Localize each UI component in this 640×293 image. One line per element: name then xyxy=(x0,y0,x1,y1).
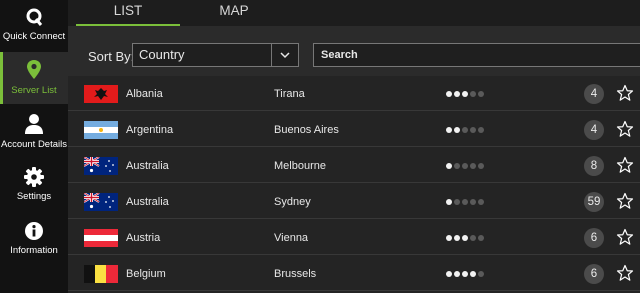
signal-dot xyxy=(454,235,460,241)
country-name: Australia xyxy=(126,196,169,208)
country-name: Belgium xyxy=(126,268,166,280)
signal-dot xyxy=(454,163,460,169)
server-count-badge: 8 xyxy=(584,156,604,176)
signal-dot xyxy=(462,163,468,169)
signal-strength xyxy=(446,271,484,277)
signal-dot xyxy=(454,91,460,97)
gear-icon xyxy=(24,167,44,187)
server-count-badge: 4 xyxy=(584,84,604,104)
star-icon[interactable] xyxy=(616,264,634,287)
sidebar-item-settings[interactable]: Settings xyxy=(0,160,68,212)
signal-dot xyxy=(462,91,468,97)
sidebar-item-label: Server List xyxy=(11,85,57,96)
city-name: Tirana xyxy=(274,88,305,100)
signal-dot xyxy=(478,199,484,205)
star-icon[interactable] xyxy=(616,120,634,143)
belgium-flag-icon xyxy=(84,265,118,283)
signal-strength xyxy=(446,163,484,169)
signal-dot xyxy=(446,199,452,205)
australia-flag-icon xyxy=(84,193,118,211)
signal-dot xyxy=(470,127,476,133)
country-name: Argentina xyxy=(126,124,174,136)
signal-strength xyxy=(446,127,484,133)
sidebar-item-quick-connect[interactable]: Quick Connect xyxy=(0,0,68,52)
server-count-badge: 4 xyxy=(584,120,604,140)
search-input[interactable]: Search xyxy=(313,43,640,67)
australia-flag-icon xyxy=(84,157,118,175)
star-icon[interactable] xyxy=(616,156,634,179)
sidebar-item-account-details[interactable]: Account Details xyxy=(0,106,68,158)
tab-map[interactable]: MAP xyxy=(188,0,280,24)
sidebar-item-label: Settings xyxy=(16,191,52,202)
table-row[interactable]: Australia Sydney 59 xyxy=(68,184,640,219)
server-count-badge: 59 xyxy=(584,192,604,212)
city-name: Vienna xyxy=(274,232,309,244)
table-row[interactable]: Austria Vienna 6 xyxy=(68,220,640,255)
signal-dot xyxy=(446,163,452,169)
signal-dot xyxy=(470,163,476,169)
signal-dot xyxy=(478,235,484,241)
sort-label: Sort By: xyxy=(88,49,135,64)
table-row[interactable]: Belgium Brussels 6 xyxy=(68,256,640,291)
austria-flag-icon xyxy=(84,229,118,247)
signal-dot xyxy=(478,91,484,97)
signal-dot xyxy=(470,271,476,277)
signal-dot xyxy=(470,199,476,205)
sidebar: Quick Connect Server List Account Detail… xyxy=(0,0,68,293)
star-icon[interactable] xyxy=(616,228,634,251)
signal-dot xyxy=(454,199,460,205)
argentina-flag-icon xyxy=(84,121,118,139)
sidebar-item-information[interactable]: Information xyxy=(0,214,68,266)
table-row[interactable]: Australia Melbourne 8 xyxy=(68,148,640,183)
signal-strength xyxy=(446,91,484,97)
country-name: Albania xyxy=(126,88,163,100)
server-list: Albania Tirana 4 Argentina Buenos Aires 4 Aust… xyxy=(68,76,640,293)
city-name: Sydney xyxy=(274,196,311,208)
list-controls: Sort By: Country Search xyxy=(68,26,640,76)
signal-dot xyxy=(462,235,468,241)
signal-strength xyxy=(446,235,484,241)
sidebar-item-label: Quick Connect xyxy=(2,31,66,42)
country-name: Austria xyxy=(126,232,161,244)
info-icon xyxy=(24,221,44,241)
signal-dot xyxy=(454,271,460,277)
sort-dropdown-button[interactable] xyxy=(271,43,299,67)
signal-strength xyxy=(446,199,484,205)
signal-dot xyxy=(454,127,460,133)
star-icon[interactable] xyxy=(616,192,634,215)
signal-dot xyxy=(470,91,476,97)
signal-dot xyxy=(478,127,484,133)
table-row[interactable]: Albania Tirana 4 xyxy=(68,76,640,111)
signal-dot xyxy=(446,91,452,97)
view-tabs: LIST MAP xyxy=(68,0,640,26)
server-count-badge: 6 xyxy=(584,264,604,284)
signal-dot xyxy=(446,271,452,277)
quick-connect-icon xyxy=(25,7,43,27)
user-icon xyxy=(24,113,44,135)
signal-dot xyxy=(462,271,468,277)
star-icon[interactable] xyxy=(616,84,634,107)
city-name: Melbourne xyxy=(274,160,326,172)
signal-dot xyxy=(470,235,476,241)
sidebar-item-label: Account Details xyxy=(0,139,67,150)
signal-dot xyxy=(446,235,452,241)
server-count-badge: 6 xyxy=(584,228,604,248)
tab-list[interactable]: LIST xyxy=(76,0,180,26)
table-row[interactable]: Argentina Buenos Aires 4 xyxy=(68,112,640,147)
albania-flag-icon xyxy=(84,85,118,103)
signal-dot xyxy=(462,199,468,205)
location-pin-icon xyxy=(26,59,42,81)
signal-dot xyxy=(478,271,484,277)
signal-dot xyxy=(446,127,452,133)
sidebar-item-label: Information xyxy=(10,245,58,256)
chevron-down-icon xyxy=(280,46,290,64)
signal-dot xyxy=(462,127,468,133)
sidebar-item-server-list[interactable]: Server List xyxy=(0,52,68,104)
city-name: Brussels xyxy=(274,268,317,280)
country-name: Australia xyxy=(126,160,169,172)
city-name: Buenos Aires xyxy=(274,124,339,136)
signal-dot xyxy=(478,163,484,169)
